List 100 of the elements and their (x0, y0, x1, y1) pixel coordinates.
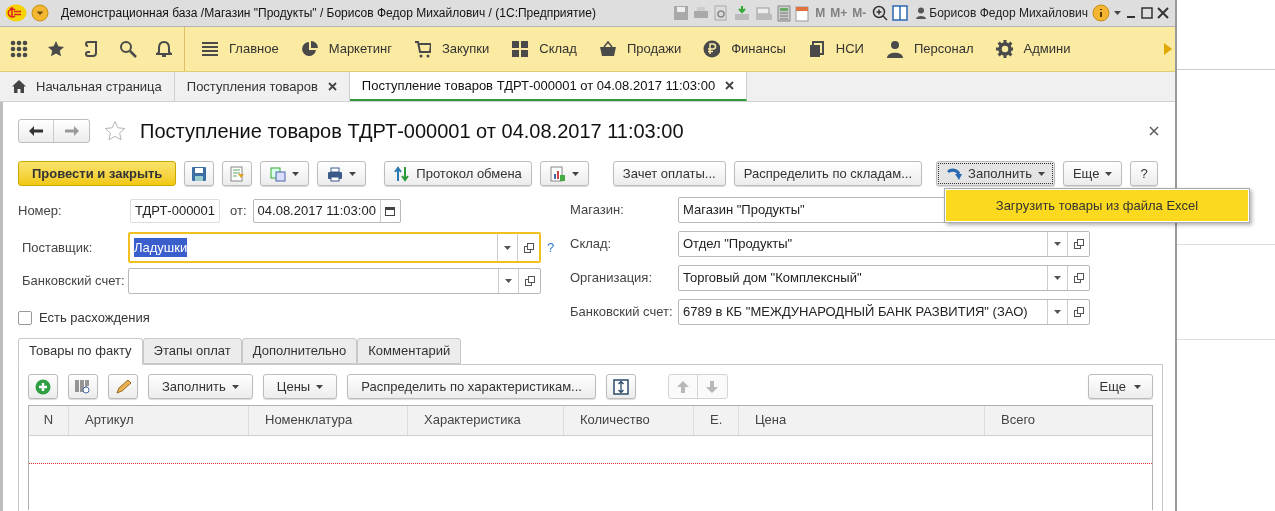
button[interactable]: Распределить по складам... (733, 161, 923, 186)
caret-icon (316, 384, 324, 389)
dropdown-button[interactable] (317, 161, 367, 186)
document-tab[interactable]: Поступление товаров ТДРТ-000001 от 04.08.2017 11:03:00 (349, 72, 748, 101)
section-item[interactable]: Продажи (598, 27, 682, 71)
column-header: Е. (694, 405, 739, 435)
pie-chart-icon (300, 40, 318, 58)
help-link[interactable]: ? (547, 237, 555, 258)
tab[interactable]: Дополнительно (241, 337, 358, 364)
dropdown-button[interactable]: Цены (262, 374, 338, 399)
tab-label: Начальная страница (36, 77, 162, 96)
cart-icon (413, 40, 431, 58)
dropdown-button[interactable] (539, 161, 589, 186)
dropdown-button[interactable]: Заполнить (936, 161, 1055, 186)
combo-field[interactable]: 6789 в КБ "МЕЖДУНАРОДНЫЙ БАНК РАЗВИТИЯ" (ЗАО) (678, 299, 1090, 325)
document-tab[interactable]: Начальная страница (0, 72, 175, 101)
combo-field[interactable]: Ладушки (128, 232, 541, 263)
section-item[interactable]: Главное (201, 27, 279, 71)
apps-grid-icon[interactable] (10, 40, 28, 58)
windows-icon (523, 242, 534, 253)
person-icon (885, 40, 903, 58)
calendar-icon[interactable] (795, 4, 810, 22)
number-field[interactable]: ТДРТ-000001 (130, 198, 221, 223)
column-header: Цена (739, 405, 985, 435)
arrow-right-icon (64, 126, 79, 136)
section-item[interactable]: Склад (511, 27, 577, 71)
date-field[interactable]: 04.08.2017 11:03:00 (252, 198, 401, 223)
button[interactable]: Распределить по характеристикам... (347, 374, 596, 399)
windows-icon (1073, 307, 1084, 317)
button[interactable] (184, 161, 215, 186)
caret-icon (1134, 384, 1141, 389)
tab[interactable]: Этапы оплат (142, 337, 242, 364)
combo-field[interactable]: Отдел "Продукты" (678, 231, 1090, 257)
caret-icon (571, 171, 579, 176)
button[interactable] (28, 374, 58, 399)
ruble-icon (703, 40, 721, 58)
button[interactable]: Зачет оплаты... (612, 161, 726, 186)
button[interactable] (108, 374, 138, 399)
combo-field[interactable]: Торговый дом "Комплексный" (678, 265, 1090, 291)
column-header: N (29, 405, 69, 435)
arrow-down-icon (706, 380, 719, 393)
caret-icon (1105, 171, 1113, 176)
close-icon[interactable] (327, 82, 337, 91)
dropdown-button[interactable]: Заполнить (148, 374, 253, 399)
document-tab[interactable]: Поступления товаров (174, 72, 350, 101)
button[interactable] (605, 374, 636, 399)
windows-icon (524, 276, 535, 286)
star-icon[interactable] (47, 40, 65, 58)
close-icon[interactable] (1149, 126, 1159, 136)
caret-icon (1054, 310, 1061, 314)
section-item[interactable]: Финансы (703, 27, 786, 71)
help-button[interactable]: ? (1130, 161, 1158, 186)
list-icon (201, 40, 218, 58)
documents-icon (807, 40, 825, 58)
column-header: Всего (1000, 411, 1037, 430)
zoom-icon[interactable] (872, 5, 889, 21)
field-label: Банковский счет: (21, 272, 126, 291)
exchange-arrows-icon (394, 165, 411, 182)
section-item[interactable]: Персонал (885, 27, 974, 71)
window-title: Демонстрационная база /Магазин "Продукты" / Борисов Федор Михайлович / (1С:Предприятие) (61, 5, 596, 22)
tab[interactable]: Товары по факту (18, 337, 143, 365)
field-label: Магазин: (570, 201, 625, 220)
caret-icon (1054, 242, 1061, 246)
button[interactable]: Протокол обмена (384, 161, 532, 186)
section-item[interactable]: НСИ (807, 27, 864, 71)
dropdown-button[interactable]: Еще (1087, 374, 1153, 399)
combo-field[interactable] (128, 268, 541, 294)
close-icon[interactable] (725, 81, 735, 90)
menu-caret-icon[interactable] (31, 4, 49, 22)
column-header: Номенклатура (249, 405, 408, 435)
caret-icon (505, 279, 512, 283)
dropdown-button[interactable]: Еще (1062, 161, 1123, 186)
info-icon[interactable] (1092, 4, 1110, 22)
button[interactable]: Провести и закрыть (18, 161, 177, 186)
checkbox[interactable] (18, 310, 32, 325)
bell-icon[interactable] (156, 40, 172, 58)
save-icon (191, 165, 208, 182)
section-item[interactable]: Админи (995, 27, 1071, 71)
section-item[interactable]: Закупки (413, 27, 490, 71)
menu-item[interactable]: Загрузить товары из файла Excel (946, 190, 1248, 221)
user-icon (916, 7, 927, 19)
close-icon[interactable] (1157, 7, 1169, 19)
field-label: Поставщик: (21, 238, 94, 257)
tab[interactable]: Комментарий (357, 337, 462, 364)
section-item[interactable]: Маркетинг (300, 27, 392, 71)
field-label: от: (230, 201, 247, 220)
history-icon[interactable] (84, 40, 100, 58)
search-icon[interactable] (119, 40, 137, 58)
maximize-icon[interactable] (1141, 7, 1153, 19)
caret-icon (349, 171, 357, 176)
boxes-icon (511, 40, 529, 58)
favorite-star-icon[interactable] (104, 120, 126, 142)
logo-icon (5, 4, 27, 22)
button[interactable] (68, 374, 98, 399)
preview-icon[interactable] (713, 5, 730, 21)
windows-icon (1073, 273, 1084, 283)
panel-icon[interactable] (892, 5, 909, 21)
column-header: Характеристика (408, 405, 564, 435)
arrow-left-icon (29, 126, 43, 136)
navigation-buttons[interactable] (18, 119, 90, 143)
